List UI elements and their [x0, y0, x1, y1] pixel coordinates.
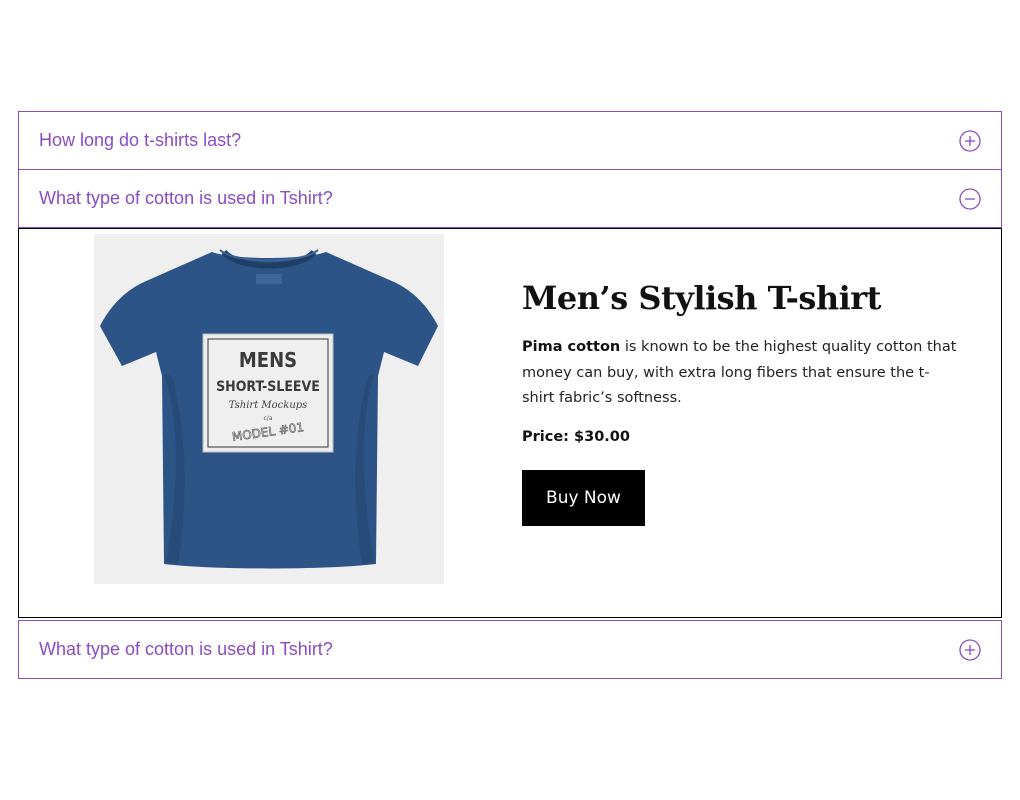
product-title: Men’s Stylish T-shirt — [522, 279, 881, 317]
product-info: Men’s Stylish T-shirt Pima cotton is kno… — [522, 279, 962, 526]
faq-item-2-header[interactable]: What type of cotton is used in Tshirt? — [18, 170, 1002, 228]
faq-item-2-question: What type of cotton is used in Tshirt? — [39, 188, 333, 208]
print-line4: c/a — [264, 415, 273, 422]
tshirt-mockup-illustration: MENS SHORT-SLEEVE Tshirt Mockups c/a MOD… — [94, 234, 444, 584]
print-line3: Tshirt Mockups — [229, 400, 308, 411]
faq-item-3-question: What type of cotton is used in Tshirt? — [39, 639, 333, 659]
plus-circle-icon[interactable] — [959, 638, 981, 661]
faq-item-2-panel: MENS SHORT-SLEEVE Tshirt Mockups c/a MOD… — [18, 228, 1002, 618]
buy-now-button[interactable]: Buy Now — [522, 469, 645, 526]
print-line1: MENS — [239, 348, 297, 372]
product-image: MENS SHORT-SLEEVE Tshirt Mockups c/a MOD… — [94, 234, 444, 584]
faq-accordion: How long do t-shirts last? What type of … — [18, 111, 1002, 679]
faq-item-3-header[interactable]: What type of cotton is used in Tshirt? — [18, 620, 1002, 679]
plus-circle-icon[interactable] — [959, 129, 981, 152]
product-desc-bold: Pima cotton — [522, 339, 621, 355]
product-description: Pima cotton is known to be the highest q… — [522, 335, 962, 412]
product-price: Price: $30.00 — [522, 428, 630, 445]
print-line2: SHORT-SLEEVE — [216, 379, 320, 395]
faq-item-1-header[interactable]: How long do t-shirts last? — [18, 111, 1002, 170]
minus-circle-icon[interactable] — [959, 187, 981, 210]
faq-item-1-question: How long do t-shirts last? — [39, 130, 242, 150]
